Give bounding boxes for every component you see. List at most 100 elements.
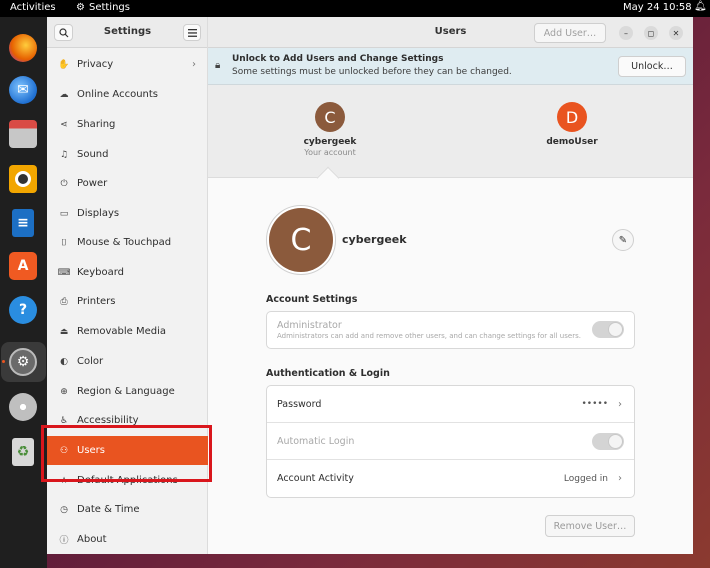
- notification-bell-icon[interactable]: 🔔︎: [694, 1, 707, 12]
- close-button[interactable]: ✕: [669, 26, 683, 40]
- account-settings-heading: Account Settings: [266, 294, 358, 305]
- users-panel: Users Add User… – ◻ ✕ 🔒︎ Unlock to Add U…: [208, 17, 693, 554]
- sidebar-item-label: Sound: [77, 149, 109, 160]
- account-settings-panel: Administrator Administrators can add and…: [266, 311, 635, 349]
- profile-avatar-initial: C: [269, 208, 333, 272]
- sidebar-item-about[interactable]: ⓘ About: [47, 525, 208, 554]
- sidebar-item-label: Region & Language: [77, 386, 175, 397]
- carousel-user-cybergeek[interactable]: C cybergeek Your account: [290, 102, 370, 157]
- maximize-icon: ◻: [647, 28, 655, 38]
- music-note-icon: ♫: [59, 149, 69, 160]
- sidebar-item-label: Mouse & Touchpad: [77, 237, 172, 248]
- writer-icon: ≡: [12, 209, 34, 237]
- dock-settings[interactable]: ⚙: [7, 346, 39, 378]
- cloud-icon: ☁: [59, 89, 69, 100]
- auth-panel: Password ••••• › Automatic Login Account…: [266, 385, 635, 498]
- printer-icon: ⎙: [60, 296, 68, 307]
- display-icon: ▭: [59, 208, 69, 219]
- sidebar-item-label: Keyboard: [77, 267, 125, 278]
- firefox-icon: [9, 34, 37, 62]
- sidebar-item-power[interactable]: ⏻ Power: [47, 169, 208, 198]
- administrator-toggle[interactable]: [592, 321, 624, 338]
- dock-help[interactable]: ?: [7, 294, 39, 326]
- app-menu[interactable]: ⚙ Settings: [76, 2, 130, 13]
- files-icon: [9, 120, 37, 148]
- chevron-right-icon: ›: [618, 398, 622, 410]
- administrator-label: Administrator: [277, 320, 342, 331]
- remove-user-button[interactable]: Remove User…: [545, 515, 635, 537]
- carousel-user-name: demoUser: [546, 137, 598, 147]
- unlock-infobar: 🔒︎ Unlock to Add Users and Change Settin…: [208, 48, 693, 85]
- automatic-login-toggle[interactable]: [592, 433, 624, 450]
- account-activity-label: Account Activity: [277, 473, 354, 484]
- add-user-button[interactable]: Add User…: [534, 23, 606, 43]
- account-activity-row[interactable]: Account Activity Logged in ›: [267, 460, 634, 497]
- edit-name-button[interactable]: ✎: [612, 229, 634, 251]
- unlock-subtitle: Some settings must be unlocked before th…: [232, 67, 512, 77]
- automatic-login-row: Automatic Login: [267, 423, 634, 460]
- dock-dvd[interactable]: [7, 391, 39, 423]
- avatar: C: [315, 102, 345, 132]
- sidebar-item-region-language[interactable]: ⊕ Region & Language: [47, 377, 208, 406]
- sidebar-item-label: Printers: [77, 296, 116, 307]
- carousel-user-demouser[interactable]: D demoUser: [532, 102, 612, 147]
- menu-icon: [187, 28, 197, 37]
- user-carousel: C cybergeek Your account D demoUser: [208, 85, 693, 178]
- dock-running-dot: [2, 360, 5, 363]
- sidebar-item-label: About: [77, 534, 107, 545]
- help-icon: ?: [9, 296, 37, 324]
- carousel-user-sub: Your account: [304, 148, 356, 157]
- unlock-button[interactable]: Unlock…: [618, 56, 686, 77]
- carousel-user-name: cybergeek: [303, 137, 357, 147]
- dock-files[interactable]: [7, 118, 39, 150]
- rhythmbox-icon: [9, 165, 37, 193]
- administrator-row: Administrator Administrators can add and…: [267, 312, 634, 348]
- sidebar-item-label: Removable Media: [77, 326, 167, 337]
- password-row[interactable]: Password ••••• ›: [267, 386, 634, 423]
- removable-media-icon: ⏏: [59, 326, 69, 337]
- software-icon: A: [9, 252, 37, 280]
- dock-writer[interactable]: ≡: [7, 207, 39, 239]
- clock-icon: ◷: [60, 504, 68, 515]
- trash-icon: ♻: [12, 438, 34, 466]
- sidebar-item-online-accounts[interactable]: ☁ Online Accounts: [47, 80, 208, 109]
- avatar: D: [557, 102, 587, 132]
- thunderbird-icon: ✉: [9, 76, 37, 104]
- dock-firefox[interactable]: [7, 32, 39, 64]
- settings-gear-icon: ⚙: [9, 348, 37, 376]
- sidebar-item-color[interactable]: ◐ Color: [47, 347, 208, 376]
- dock-software[interactable]: A: [7, 250, 39, 282]
- sidebar-item-printers[interactable]: ⎙ Printers: [47, 287, 208, 316]
- minimize-button[interactable]: –: [619, 26, 633, 40]
- profile-avatar[interactable]: C: [266, 205, 336, 275]
- info-icon: ⓘ: [59, 536, 69, 546]
- power-icon: ⏻: [60, 178, 68, 189]
- sidebar-item-displays[interactable]: ▭ Displays: [47, 199, 208, 228]
- sidebar-item-privacy[interactable]: ✋ Privacy ›: [47, 50, 208, 79]
- maximize-button[interactable]: ◻: [644, 26, 658, 40]
- dock: ✉ ≡ A ? ⚙ ♻: [0, 17, 47, 568]
- sidebar-item-mouse-touchpad[interactable]: ⌷ Mouse & Touchpad: [47, 228, 208, 257]
- sidebar-item-label: Sharing: [77, 119, 116, 130]
- chevron-right-icon: ›: [192, 59, 196, 70]
- sidebar-item-sound[interactable]: ♫ Sound: [47, 140, 208, 169]
- gear-icon: ⚙: [76, 2, 85, 13]
- auth-heading: Authentication & Login: [266, 368, 390, 379]
- dock-trash[interactable]: ♻: [7, 436, 39, 468]
- sidebar-item-sharing[interactable]: ⋖ Sharing: [47, 110, 208, 139]
- sidebar-item-label: Power: [77, 178, 108, 189]
- keyboard-icon: ⌨: [57, 267, 71, 278]
- hamburger-menu-button[interactable]: [183, 24, 201, 41]
- sidebar-item-keyboard[interactable]: ⌨ Keyboard: [47, 258, 208, 287]
- sidebar-item-removable-media[interactable]: ⏏ Removable Media: [47, 317, 208, 346]
- clock[interactable]: May 24 10:58: [623, 2, 692, 13]
- dock-thunderbird[interactable]: ✉: [7, 74, 39, 106]
- app-menu-label: Settings: [88, 2, 130, 13]
- pencil-icon: ✎: [618, 234, 628, 246]
- activities-button[interactable]: Activities: [10, 2, 56, 13]
- sidebar-item-label: Privacy: [77, 59, 114, 70]
- sidebar-item-date-time[interactable]: ◷ Date & Time: [47, 495, 208, 524]
- dock-rhythmbox[interactable]: [7, 163, 39, 195]
- lock-icon: 🔒︎: [215, 60, 221, 71]
- main-header: Users Add User… – ◻ ✕: [208, 17, 693, 48]
